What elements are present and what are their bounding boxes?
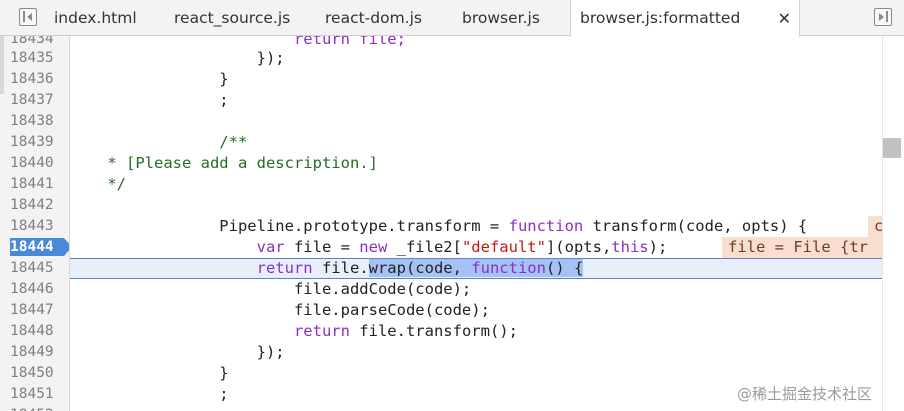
editor-tab-bar: index.html react_source.js react-dom.js … xyxy=(0,0,904,37)
code-line: } xyxy=(70,363,882,384)
comment-text: */ xyxy=(70,175,126,193)
tab-browser-js[interactable]: browser.js xyxy=(462,0,540,36)
keyword: this xyxy=(611,238,649,256)
tab-react-source-js[interactable]: react_source.js xyxy=(174,0,290,36)
code-text: () { xyxy=(545,259,584,277)
code-text: return file; xyxy=(70,36,406,48)
selected-text[interactable]: wrap(code, function() { xyxy=(368,259,584,277)
code-text: ](opts, xyxy=(545,238,612,256)
line-number[interactable]: 18452 xyxy=(10,405,66,411)
keyword: new xyxy=(359,238,388,256)
code-line: file.parseCode(code); xyxy=(70,300,882,321)
inline-value-hint: c xyxy=(868,216,882,237)
line-number-gutter[interactable]: 18434 18435 18436 18437 18438 18439 1844… xyxy=(0,36,70,411)
line-number[interactable]: 18448 xyxy=(10,321,66,342)
code-text: }); xyxy=(70,343,285,361)
line-number[interactable]: 18446 xyxy=(10,279,66,300)
code-text: file = xyxy=(284,238,360,256)
line-number[interactable]: 18437 xyxy=(10,90,66,111)
line-number[interactable]: 18450 xyxy=(10,363,66,384)
toggle-navigator-icon[interactable] xyxy=(19,8,37,26)
code-text: ; xyxy=(70,91,229,109)
tab-react-dom-js[interactable]: react-dom.js xyxy=(325,0,422,36)
code-line: * [Please add a description.] xyxy=(70,153,882,174)
code-text: (code, xyxy=(405,259,472,277)
code-text: }); xyxy=(70,49,285,67)
line-number[interactable]: 18443 xyxy=(10,216,66,237)
keyword: return xyxy=(293,322,350,340)
keyword: function xyxy=(471,259,546,277)
close-tab-icon[interactable]: ✕ xyxy=(778,0,791,37)
tab-index-html[interactable]: index.html xyxy=(54,0,137,36)
code-text: file.transform(); xyxy=(349,322,518,340)
line-number[interactable]: 18445 xyxy=(10,258,66,279)
line-number[interactable]: 18438 xyxy=(10,111,66,132)
code-text: file.parseCode(code); xyxy=(70,301,490,319)
code-line-paused: return file.wrap(code, function() { xyxy=(70,258,882,279)
code-text: wrap xyxy=(368,259,406,277)
line-number[interactable]: 18441 xyxy=(10,174,66,195)
tab-browser-js-formatted[interactable]: browser.js:formatted ✕ xyxy=(570,0,800,37)
code-line: ; xyxy=(70,90,882,111)
code-line: /** xyxy=(70,132,882,153)
line-number[interactable]: 18449 xyxy=(10,342,66,363)
code-text: ; xyxy=(70,385,229,403)
toggle-debugger-icon[interactable] xyxy=(874,8,892,26)
keyword: function xyxy=(508,217,584,235)
line-number[interactable]: 18440 xyxy=(10,153,66,174)
breakpoint-line-number[interactable]: 18444 xyxy=(10,237,66,258)
scrollbar-thumb[interactable] xyxy=(883,138,901,158)
tab-label: browser.js:formatted xyxy=(580,9,741,27)
keyword: var xyxy=(256,238,285,256)
code-text: transform(code, opts) { xyxy=(583,217,808,235)
line-number[interactable]: 18439 xyxy=(10,132,66,153)
code-line: Pipeline.prototype.transform = function … xyxy=(70,216,882,237)
comment-text: /** xyxy=(70,133,248,151)
line-number[interactable]: 18435 xyxy=(10,48,66,69)
code-line: */ xyxy=(70,174,882,195)
line-number[interactable]: 18436 xyxy=(10,69,66,90)
code-text: } xyxy=(70,70,229,88)
string-literal: "default" xyxy=(461,238,546,256)
code-text: ); xyxy=(648,238,668,256)
code-line: } xyxy=(70,69,882,90)
line-number[interactable]: 18451 xyxy=(10,384,66,405)
code-line: return file.transform(); xyxy=(70,321,882,342)
code-line: }); xyxy=(70,342,882,363)
code-text: Pipeline.prototype.transform = xyxy=(70,217,509,235)
vertical-scrollbar[interactable] xyxy=(882,36,904,411)
inline-value-hint: file = File {tr xyxy=(722,237,882,258)
line-number[interactable]: 18447 xyxy=(10,300,66,321)
line-number[interactable]: 18442 xyxy=(10,195,66,216)
code-line: file.addCode(code); xyxy=(70,279,882,300)
gutter-scroll-marker xyxy=(0,36,4,94)
code-text: file.addCode(code); xyxy=(70,280,472,298)
comment-text: * [Please add a description.] xyxy=(70,154,378,172)
watermark: @稀土掘金技术社区 xyxy=(737,385,873,403)
code-text: file. xyxy=(312,259,369,277)
keyword: return xyxy=(256,259,313,277)
code-text: _file2[ xyxy=(387,238,462,256)
code-editor[interactable]: return file; }); } ; /** * [Please add a… xyxy=(70,36,882,411)
code-line: }); xyxy=(70,48,882,69)
code-text: } xyxy=(70,364,229,382)
